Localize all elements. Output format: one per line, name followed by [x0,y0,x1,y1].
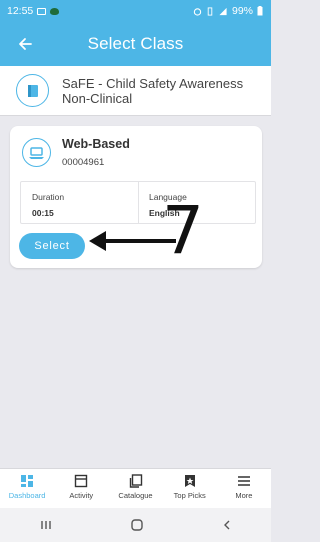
menu-icon [237,476,250,486]
dashboard-icon [21,475,34,487]
book-icon [16,74,49,107]
vibrate-icon [207,6,213,16]
page-title: Select Class [87,34,184,53]
laptop-icon [22,138,51,167]
system-nav-bar [0,508,271,542]
duration-label: Duration [32,192,65,202]
arrow-left-icon [19,38,32,50]
class-type: Web-Based [62,137,130,151]
nav-catalogue[interactable]: Catalogue [108,469,162,508]
status-left: 12:55 [7,5,60,17]
class-id: 00004961 [62,157,105,168]
annotation-number: 7 [162,192,204,269]
nav-label: Top Picks [173,491,206,500]
nav-label: Activity [69,491,94,500]
recent-apps-icon[interactable] [39,519,53,531]
battery-icon [257,6,263,16]
info-divider [138,182,139,223]
nav-label: Catalogue [118,491,153,500]
class-info-box: Duration 00:15 Language English [20,181,256,224]
course-header: SaFE - Child Safety Awareness Non-Clinic… [0,66,271,116]
nav-label: More [235,491,253,500]
nav-label: Dashboard [8,491,46,500]
duration-value: 00:15 [32,208,54,218]
battery-level: 99% [231,5,253,17]
bottom-nav: Dashboard Activity Catalogue Top Picks M… [0,468,271,508]
select-button[interactable]: Select [19,233,85,259]
nav-dashboard[interactable]: Dashboard [0,469,54,508]
course-title: SaFE - Child Safety Awareness Non-Clinic… [62,75,244,106]
alarm-icon [193,7,202,16]
back-button[interactable] [18,32,38,56]
app-bar: Select Class [0,22,271,66]
signal-icon [219,7,227,15]
status-time: 12:55 [7,5,34,17]
app-notification-icon [50,7,60,15]
nav-top-picks[interactable]: Top Picks [163,469,217,508]
status-bar: 12:55 99% [0,0,271,22]
activity-icon [75,474,88,488]
top-picks-icon [184,475,195,487]
nav-activity[interactable]: Activity [54,469,108,508]
gallery-icon [37,7,47,15]
catalogue-icon [129,474,142,488]
status-right: 99% [193,5,263,17]
home-icon[interactable] [130,518,144,532]
nav-more[interactable]: More [217,469,271,508]
back-nav-icon[interactable] [221,519,233,531]
